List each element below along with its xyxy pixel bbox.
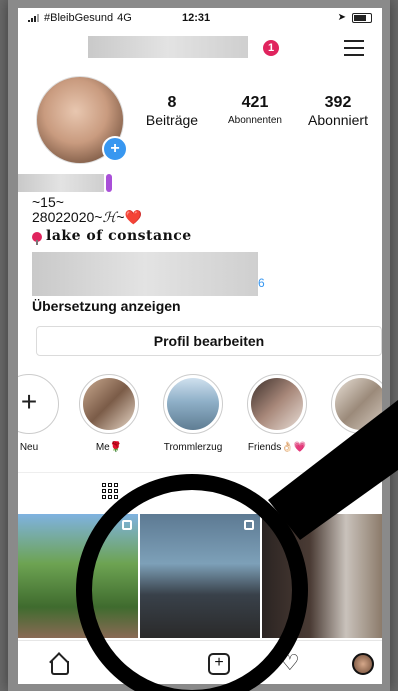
translate-link[interactable]: Übersetzung anzeigen xyxy=(32,298,181,314)
posts-label: Beiträge xyxy=(145,112,199,128)
highlight-ring xyxy=(247,374,307,434)
stat-posts[interactable]: 8 Beiträge xyxy=(140,94,204,128)
highlight-ring xyxy=(331,374,382,434)
highlight-label: Friends👌🏻💗 xyxy=(247,442,307,453)
edit-profile-button[interactable]: Profil bearbeiten xyxy=(36,326,382,356)
bio-link-redacted[interactable] xyxy=(32,252,258,296)
bio-date: 28022020~ xyxy=(32,209,103,225)
heart-emoji: ❤️ xyxy=(124,209,142,225)
followers-label: Abonnenten xyxy=(228,115,282,126)
instagram-profile-screen: #BleibGesund 4G 12:31 ➤ 1 + 8 Beiträge 4… xyxy=(18,8,382,684)
highlight-ring xyxy=(79,374,139,434)
username-redacted[interactable] xyxy=(88,36,248,58)
profile-header: 1 xyxy=(18,30,382,70)
plus-icon: + xyxy=(20,386,38,417)
hamburger-menu-icon[interactable] xyxy=(344,40,364,56)
carousel-icon xyxy=(244,520,254,530)
location-arrow-icon: ➤ xyxy=(337,12,346,23)
carousel-icon xyxy=(122,520,132,530)
clock: 12:31 xyxy=(182,12,211,24)
bio-link-tail[interactable]: 6 xyxy=(258,276,265,290)
profile-tabs xyxy=(18,472,382,513)
profile-icon[interactable] xyxy=(352,653,374,675)
grid-icon[interactable] xyxy=(102,483,118,499)
status-bar: #BleibGesund 4G 12:31 ➤ xyxy=(18,8,382,28)
following-count: 392 xyxy=(324,94,352,111)
highlight-new[interactable]: + Neu xyxy=(18,374,62,453)
bio-line-2: 28022020~ℋ~❤️ xyxy=(32,209,142,226)
highlight-friends[interactable]: Friends👌🏻💗 xyxy=(244,374,310,453)
highlight-label: Affenbe xyxy=(343,442,379,453)
highlight-ring xyxy=(163,374,223,434)
display-name-emoji xyxy=(106,174,112,192)
highlight-affenbe[interactable]: Affenbe xyxy=(328,374,382,453)
posts-grid xyxy=(18,514,382,638)
display-name-redacted xyxy=(18,174,104,192)
posts-count: 8 xyxy=(167,94,177,111)
carrier-name: #BleibGesund xyxy=(44,12,114,24)
home-icon[interactable] xyxy=(48,653,70,675)
network-type: 4G xyxy=(117,12,132,24)
status-left: #BleibGesund 4G xyxy=(28,12,132,24)
stat-following[interactable]: 392 Abonniert xyxy=(300,94,376,128)
post-thumbnail[interactable] xyxy=(140,514,260,638)
notification-badge[interactable]: 1 xyxy=(263,40,279,56)
status-right: ➤ xyxy=(338,12,372,23)
highlight-label: Me🌹 xyxy=(95,442,123,453)
following-label: Abonniert xyxy=(308,112,368,128)
add-story-plus-icon[interactable]: + xyxy=(102,136,128,162)
highlight-me[interactable]: Me🌹 xyxy=(76,374,142,453)
signal-icon xyxy=(28,14,40,22)
bio-script-letter: ℋ xyxy=(102,210,117,226)
heart-icon[interactable]: ♡ xyxy=(280,652,302,675)
highlight-label: Trommlerzug xyxy=(163,442,223,453)
highlight-label: Neu xyxy=(19,442,39,453)
followers-count: 421 xyxy=(241,94,269,111)
add-post-icon[interactable]: + xyxy=(208,653,230,675)
bottom-navigation: + ♡ xyxy=(18,640,382,684)
post-thumbnail[interactable] xyxy=(18,514,138,638)
highlight-trommlerzug[interactable]: Trommlerzug xyxy=(160,374,226,453)
highlight-ring: + xyxy=(18,374,59,434)
stat-followers[interactable]: 421 Abonnenten xyxy=(216,94,294,126)
pin-icon xyxy=(32,232,42,245)
tagged-icon[interactable] xyxy=(290,483,308,499)
battery-icon xyxy=(352,12,372,23)
bio-location: lake of constance xyxy=(46,228,192,244)
post-thumbnail[interactable] xyxy=(262,514,382,638)
